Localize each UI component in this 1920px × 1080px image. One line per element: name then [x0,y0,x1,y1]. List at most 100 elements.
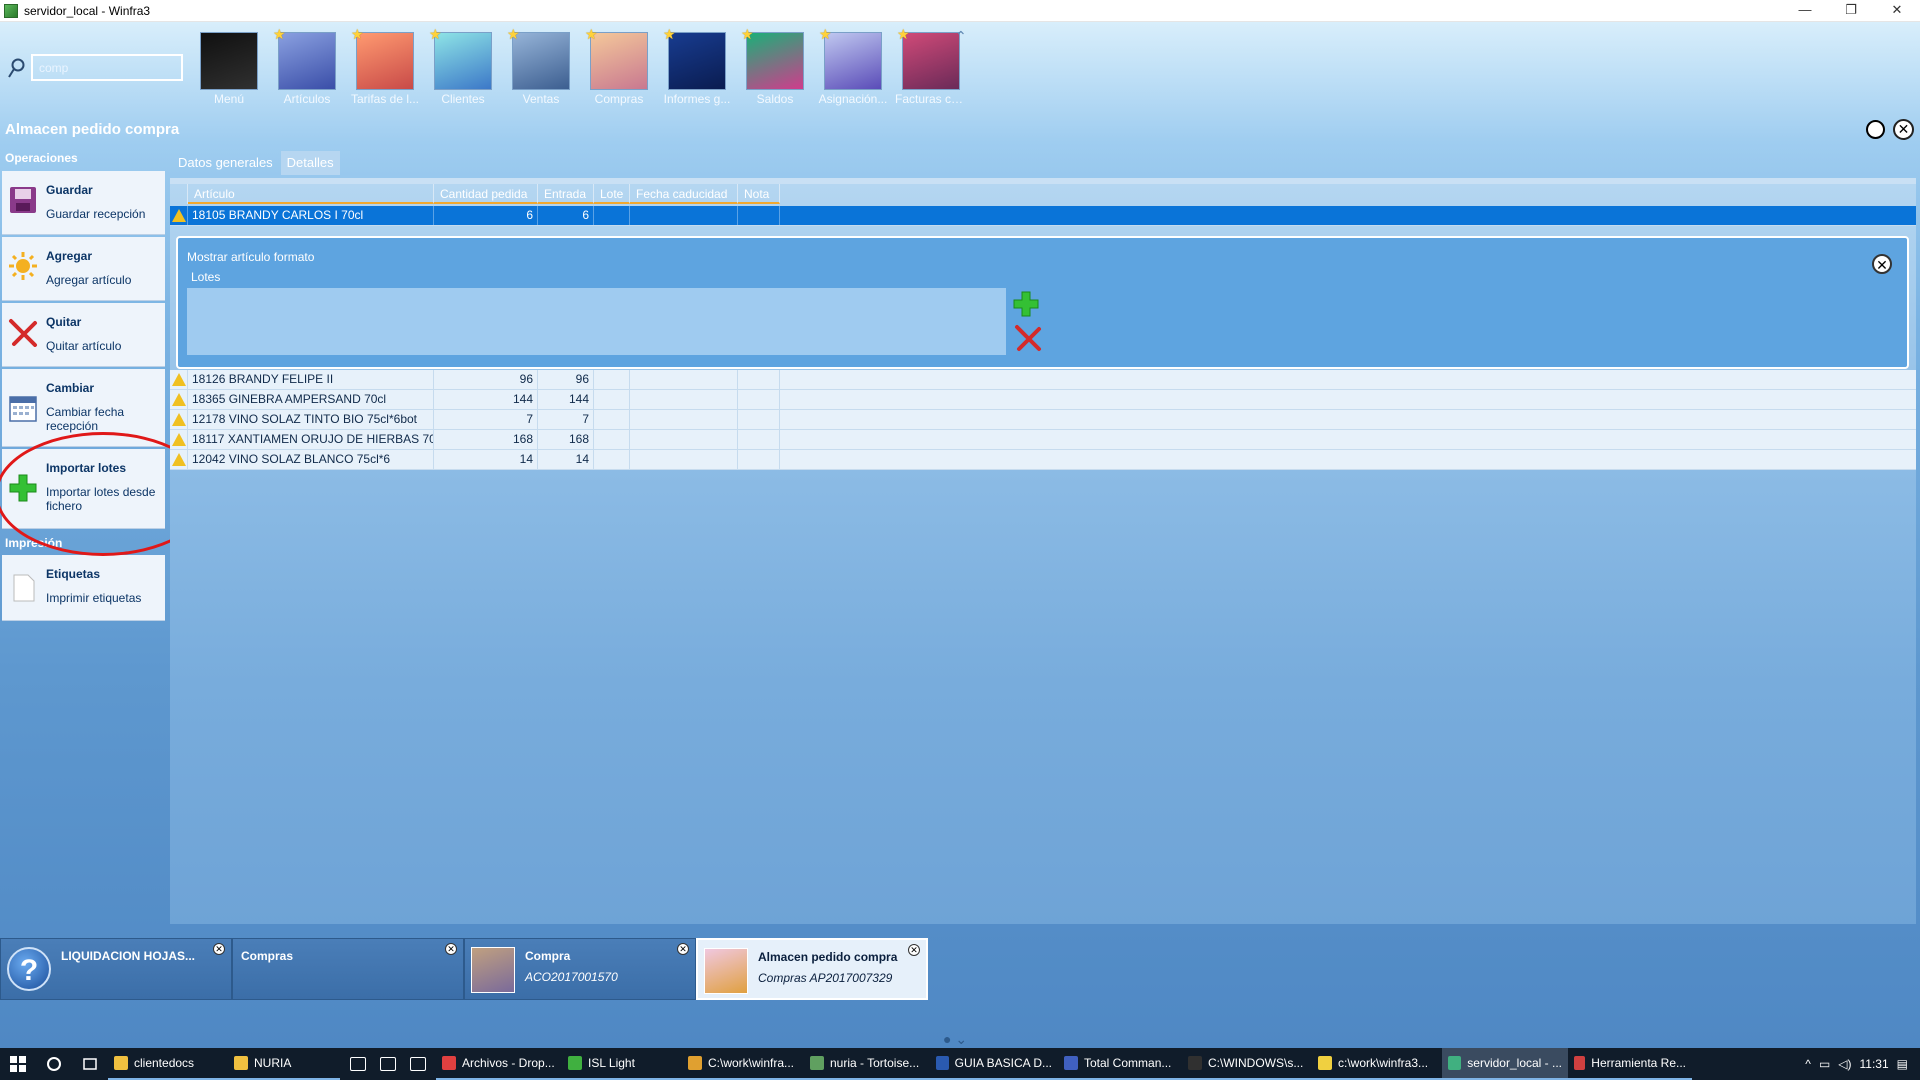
close-document-icon[interactable]: ✕ [908,944,920,956]
table-row[interactable]: 18365 GINEBRA AMPERSAND 70cl 144 144 [170,390,1916,410]
add-button[interactable]: Agregar Agregar artículo [2,237,165,301]
remove-button[interactable]: Quitar Quitar artículo [2,303,165,367]
tab-datos-generales[interactable]: Datos generales [172,151,279,175]
open-document-tab[interactable]: Almacen pedido compra Compras AP201700732… [696,938,928,1000]
header-articulo[interactable]: Artículo [188,184,434,204]
chevron-up-icon[interactable]: ⌃ [955,28,967,45]
circle-button[interactable] [1866,120,1885,139]
lots-list[interactable] [187,288,1006,355]
app-thumbnail [356,32,414,90]
change-title: Cambiar [46,381,95,395]
volume-icon[interactable]: ◁) [1838,1057,1851,1071]
header-cantidad[interactable]: Cantidad pedida [434,184,538,204]
cell-fecha [630,430,738,449]
taskbar-item[interactable]: NURIA [228,1048,340,1080]
clock[interactable]: 11:31 [1860,1057,1889,1071]
taskbar-app-icon [1448,1056,1462,1070]
taskbar-item[interactable]: servidor_local - ... [1442,1048,1568,1080]
cell-entrada: 6 [538,206,594,225]
taskbar-item[interactable]: Archivos - Drop... [436,1048,562,1080]
cell-fecha [630,390,738,409]
notifications-icon[interactable]: ▤ [1897,1057,1908,1071]
close-document-icon[interactable]: ✕ [213,943,225,955]
tray-chevron-icon[interactable]: ^ [1805,1057,1811,1071]
taskbar-item[interactable]: c:\work\winfra3... [1312,1048,1442,1080]
taskbar-item[interactable]: C:\WINDOWS\s... [1182,1048,1312,1080]
close-document-icon[interactable]: ✕ [677,943,689,955]
cell-articulo: 18117 XANTIAMEN ORUJO DE HIERBAS 70cl [188,430,434,449]
taskbar-app-icon [1318,1056,1332,1070]
open-document-tab[interactable]: Compra ACO2017001570 ✕ [464,938,696,1000]
store-icon[interactable] [350,1057,366,1071]
app-tile[interactable]: Menú [190,30,268,110]
header-entrada[interactable]: Entrada [538,184,594,204]
search-input[interactable] [31,54,183,81]
header-nota[interactable]: Nota [738,184,780,204]
table-row[interactable]: 18126 BRANDY FELIPE II 96 96 [170,370,1916,390]
table-row[interactable]: 18117 XANTIAMEN ORUJO DE HIERBAS 70cl 168… [170,430,1916,450]
lots-label: Lotes [191,270,221,284]
app-tile[interactable]: ★ Artículos [268,26,346,110]
close-document-icon[interactable]: ✕ [445,943,457,955]
change-date-button[interactable]: Cambiar Cambiar fecha recepción [2,369,165,447]
table-row[interactable]: 18105 BRANDY CARLOS I 70cl 6 6 [170,206,1916,226]
start-icon[interactable] [0,1048,36,1080]
table-row[interactable]: 12178 VINO SOLAZ TINTO BIO 75cl*6bot 7 7 [170,410,1916,430]
close-button[interactable]: ✕ [1874,0,1920,22]
favorite-star-icon: ★ [429,26,442,42]
save-button[interactable]: Guardar Guardar recepción [2,171,165,235]
app-tile[interactable]: ★ Ventas [502,26,580,110]
app-label: Artículos [283,92,331,106]
app-tile[interactable]: ★ Asignación... [814,26,892,110]
favorite-star-icon: ★ [273,26,286,42]
taskbar-item[interactable]: C:\work\winfra... [682,1048,804,1080]
cell-entrada: 14 [538,450,594,469]
taskbar-app-icon [442,1056,456,1070]
taskbar-item[interactable]: Herramienta Re... [1568,1048,1692,1080]
cell-articulo: 12178 VINO SOLAZ TINTO BIO 75cl*6bot [188,410,434,429]
edge-icon[interactable] [410,1057,426,1071]
taskbar-item[interactable]: nuria - Tortoise... [804,1048,930,1080]
mail-icon[interactable] [380,1057,396,1071]
header-fecha[interactable]: Fecha caducidad [630,184,738,204]
minimize-button[interactable]: — [1782,0,1828,22]
header-lote[interactable]: Lote [594,184,630,204]
import-lots-button[interactable]: Importar lotes Importar lotes desde fich… [2,449,165,529]
close-page-button[interactable]: ✕ [1893,119,1914,140]
task-view-icon[interactable] [72,1048,108,1080]
table-row[interactable]: 12042 VINO SOLAZ BLANCO 75cl*6 14 14 [170,450,1916,470]
taskbar-app-icon [688,1056,702,1070]
taskbar-app-icon [936,1056,949,1070]
restore-button[interactable]: ❐ [1828,0,1874,22]
taskbar-item[interactable]: ISL Light [562,1048,682,1080]
taskbar-item-label: Total Comman... [1084,1056,1172,1070]
open-document-tab[interactable]: ? LIQUIDACION HOJAS... ✕ [0,938,232,1000]
print-labels-button[interactable]: Etiquetas Imprimir etiquetas [2,555,165,621]
close-detail-button[interactable]: ✕ [1872,254,1892,274]
app-tile[interactable]: ★ Informes g... [658,26,736,110]
print-subtitle: Imprimir etiquetas [46,591,142,605]
taskbar-item[interactable]: Total Comman... [1058,1048,1182,1080]
network-icon[interactable]: ▭ [1819,1057,1830,1071]
app-tile[interactable]: ★ Clientes [424,26,502,110]
cell-cantidad: 144 [434,390,538,409]
app-tile[interactable]: ★ Tarifas de l... [346,26,424,110]
cell-lote [594,390,630,409]
cell-entrada: 96 [538,370,594,389]
tab-detalles[interactable]: Detalles [280,151,340,175]
cortana-icon[interactable] [36,1048,72,1080]
taskbar-item[interactable]: clientedocs [108,1048,228,1080]
remove-lot-icon[interactable] [1014,324,1042,352]
remove-subtitle: Quitar artículo [46,339,122,353]
chevron-down-icon[interactable]: ● ⌄ [943,1031,967,1048]
app-thumbnail [512,32,570,90]
app-tile[interactable]: ★ Compras [580,26,658,110]
taskbar-item-label: ISL Light [588,1056,635,1070]
add-lot-icon[interactable] [1012,290,1040,318]
taskbar-app-icon [568,1056,582,1070]
open-document-tab[interactable]: Compras ✕ [232,938,464,1000]
app-tile[interactable]: ★ Saldos [736,26,814,110]
section-operaciones: Operaciones [5,151,78,165]
app-label: Facturas co... [895,92,968,106]
taskbar-item[interactable]: GUIA BASICA D... [930,1048,1058,1080]
